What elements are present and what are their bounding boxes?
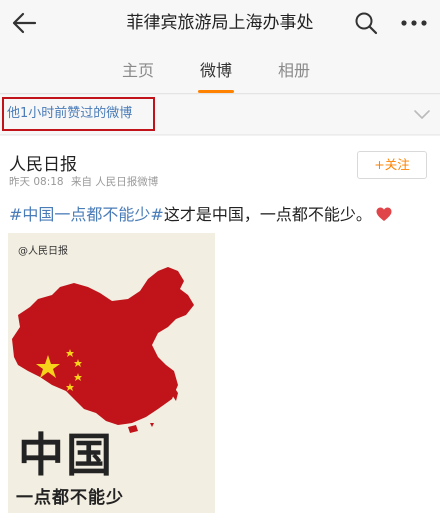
top-nav-bar: 菲律宾旅游局上海办事处 (0, 0, 440, 46)
tab-home[interactable]: 主页 (103, 46, 173, 94)
profile-tabs: 主页 微博 相册 (0, 46, 440, 94)
post-time: 昨天 08:18 (9, 176, 64, 188)
back-button[interactable] (6, 5, 42, 41)
china-map-image (12, 267, 194, 433)
post-hashtag[interactable]: #中国一点都不能少# (9, 205, 164, 224)
more-button[interactable] (394, 5, 434, 41)
image-big-text: 中国 (18, 428, 114, 482)
liked-banner[interactable]: 他1小时前赞过的微博 (0, 95, 440, 135)
active-tab-indicator (198, 90, 234, 93)
follow-button[interactable]: +关注 (357, 151, 427, 179)
more-dots-icon (401, 20, 427, 26)
back-arrow-icon (12, 12, 37, 34)
post-body: 这才是中国，一点都不能少。 (163, 205, 372, 224)
search-button[interactable] (348, 5, 384, 41)
search-icon (355, 12, 378, 35)
author-name[interactable]: 人民日报 (9, 150, 77, 175)
post-text: #中国一点都不能少#这才是中国，一点都不能少。 (9, 201, 392, 225)
post-meta: 昨天 08:18 来自 人民日报微博 (9, 174, 162, 189)
tab-weibo[interactable]: 微博 (181, 46, 251, 94)
liked-banner-text: 他1小时前赞过的微博 (7, 106, 133, 121)
post-image[interactable]: @人民日报 中国 一点都不能少 (8, 233, 215, 513)
page-title: 菲律宾旅游局上海办事处 (126, 13, 314, 33)
post-card: 人民日报 昨天 08:18 来自 人民日报微博 +关注 #中国一点都不能少#这才… (0, 136, 440, 522)
tab-album[interactable]: 相册 (259, 46, 329, 94)
heart-icon (376, 207, 392, 221)
chevron-down-icon[interactable] (410, 102, 434, 126)
post-source: 来自 人民日报微博 (70, 176, 159, 188)
image-sub-text: 一点都不能少 (16, 488, 124, 508)
